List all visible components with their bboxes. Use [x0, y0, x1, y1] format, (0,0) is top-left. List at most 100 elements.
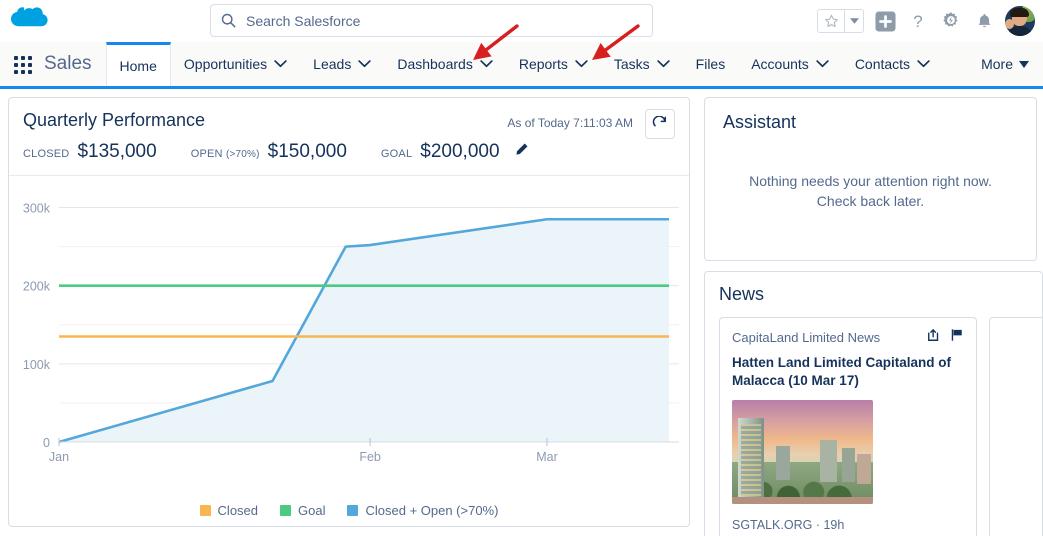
- nav-tab-contacts-label: Contacts: [855, 56, 910, 72]
- assistant-card: Assistant Nothing needs your attention r…: [704, 97, 1037, 261]
- nav-tab-more[interactable]: More: [981, 42, 1043, 86]
- thumbnail-building: [842, 448, 855, 482]
- search-input[interactable]: [246, 13, 642, 29]
- nav-tab-files[interactable]: Files: [683, 42, 739, 86]
- assistant-empty-message: Nothing needs your attention right now. …: [723, 171, 1018, 212]
- triangle-down-icon[interactable]: [1019, 61, 1029, 68]
- favorites-group[interactable]: [817, 9, 864, 33]
- legend-item-closed-open[interactable]: Closed + Open (>70%): [347, 503, 498, 518]
- nav-tab-leads[interactable]: Leads: [300, 42, 384, 86]
- chevron-down-icon[interactable]: [816, 60, 829, 68]
- app-name: Sales: [44, 53, 92, 75]
- quarterly-metrics: CLOSED $135,000 OPEN (>70%) $150,000 GOA…: [9, 131, 689, 175]
- news-item-header: CapitaLand Limited News: [732, 328, 964, 347]
- page-body: Quarterly Performance As of Today 7:11:0…: [0, 89, 1043, 533]
- flag-icon[interactable]: [950, 328, 964, 347]
- news-item-headline[interactable]: Hatten Land Limited Capitaland of Malacc…: [732, 354, 964, 390]
- avatar-hair: [1010, 8, 1029, 17]
- x-axis-tick-label: Feb: [359, 450, 381, 464]
- metric-label-open-sub: (>70%): [226, 149, 260, 160]
- nav-tab-leads-label: Leads: [313, 56, 351, 72]
- thumbnail-tower: [738, 418, 764, 500]
- global-actions-plus-icon[interactable]: [873, 9, 897, 33]
- global-header: ?: [0, 0, 1043, 42]
- legend-label-closed: Closed: [218, 503, 258, 518]
- avatar-hand: [1005, 19, 1014, 29]
- legend-swatch-closed: [200, 505, 211, 516]
- edit-goal-button[interactable]: [514, 142, 529, 157]
- nav-tab-home[interactable]: Home: [106, 42, 171, 86]
- notifications-bell-icon[interactable]: [972, 9, 996, 33]
- refresh-button[interactable]: [645, 109, 675, 139]
- favorites-star-icon[interactable]: [818, 10, 844, 32]
- svg-text:?: ?: [913, 12, 922, 31]
- nav-tab-contacts[interactable]: Contacts: [842, 42, 943, 86]
- legend-item-goal[interactable]: Goal: [280, 503, 325, 518]
- nav-tab-reports-label: Reports: [519, 56, 568, 72]
- setup-gear-icon[interactable]: [939, 9, 963, 33]
- nav-tab-tasks[interactable]: Tasks: [601, 42, 683, 86]
- news-list-item[interactable]: CapitaLand Limited News: [719, 317, 977, 536]
- metric-value-closed: $135,000: [77, 141, 156, 163]
- pencil-icon: [514, 142, 529, 157]
- legend-label-goal: Goal: [298, 503, 325, 518]
- chevron-down-icon[interactable]: [657, 60, 670, 68]
- app-launcher-grid-icon[interactable]: [14, 56, 34, 73]
- news-item-source: CapitaLand Limited News: [732, 330, 880, 345]
- nav-tab-dashboards[interactable]: Dashboards: [384, 42, 506, 86]
- chart-legend: Closed Goal Closed + Open (>70%): [9, 503, 689, 518]
- avatar[interactable]: [1005, 6, 1035, 36]
- search-box[interactable]: [210, 4, 653, 37]
- legend-item-closed[interactable]: Closed: [200, 503, 258, 518]
- thumbnail-building: [857, 454, 871, 484]
- favorites-chevron-down-icon[interactable]: [844, 10, 863, 32]
- search-icon: [221, 13, 236, 28]
- news-list: CapitaLand Limited News: [719, 317, 1042, 536]
- metric-label-open-text: OPEN: [191, 148, 223, 160]
- legend-swatch-goal: [280, 505, 291, 516]
- chevron-down-icon[interactable]: [917, 60, 930, 68]
- refresh-icon: [652, 116, 668, 132]
- global-search[interactable]: [210, 4, 653, 37]
- nav-tab-opportunities[interactable]: Opportunities: [171, 42, 300, 86]
- salesforce-logo[interactable]: [0, 0, 56, 42]
- news-card: News CapitaLand Limited News: [704, 271, 1043, 536]
- as-of-timestamp: As of Today 7:11:03 AM: [507, 116, 633, 130]
- chevron-down-icon[interactable]: [480, 60, 493, 68]
- nav-tab-tasks-label: Tasks: [614, 56, 650, 72]
- news-item-actions: [927, 328, 964, 347]
- y-axis-tick-label: 0: [43, 436, 50, 450]
- thumbnail-building: [776, 446, 790, 480]
- nav-tab-opportunities-label: Opportunities: [184, 56, 267, 72]
- nav-tab-reports[interactable]: Reports: [506, 42, 601, 86]
- y-axis-tick-label: 100k: [23, 358, 51, 372]
- chevron-down-icon[interactable]: [358, 60, 371, 68]
- x-axis-tick-label: Mar: [536, 450, 558, 464]
- nav-tab-accounts[interactable]: Accounts: [738, 42, 842, 86]
- thumbnail-building: [820, 440, 837, 482]
- nav-tab-more-label: More: [981, 56, 1013, 72]
- quarterly-performance-chart: 0 100k 200k 300k Jan Feb Mar Closed Goal Close…: [9, 176, 689, 526]
- metric-label-closed: CLOSED: [23, 148, 69, 160]
- news-item-footer: SGTALK.ORG · 19h: [732, 518, 964, 532]
- share-icon[interactable]: [927, 328, 941, 347]
- chevron-down-icon[interactable]: [274, 60, 287, 68]
- right-sidebar: Assistant Nothing needs your attention r…: [704, 97, 1037, 533]
- x-axis-tick-label: Jan: [49, 450, 69, 464]
- metric-value-open: $150,000: [268, 141, 347, 163]
- header-actions: ?: [817, 0, 1035, 42]
- help-icon[interactable]: ?: [906, 9, 930, 33]
- nav-tab-home-label: Home: [120, 58, 157, 74]
- y-axis-tick-label: 300k: [23, 202, 51, 216]
- nav-tab-accounts-label: Accounts: [751, 56, 809, 72]
- metric-value-goal: $200,000: [420, 141, 499, 163]
- app-launcher[interactable]: Sales: [14, 42, 106, 86]
- legend-label-closed-open: Closed + Open (>70%): [365, 503, 498, 518]
- metric-label-open: OPEN (>70%): [191, 148, 260, 160]
- chevron-down-icon[interactable]: [575, 60, 588, 68]
- y-axis-tick-label: 200k: [23, 280, 51, 294]
- metric-label-goal: GOAL: [381, 148, 412, 160]
- news-list-item[interactable]: [989, 317, 1043, 536]
- news-item-thumbnail: [732, 400, 873, 504]
- thumbnail-street: [732, 497, 873, 504]
